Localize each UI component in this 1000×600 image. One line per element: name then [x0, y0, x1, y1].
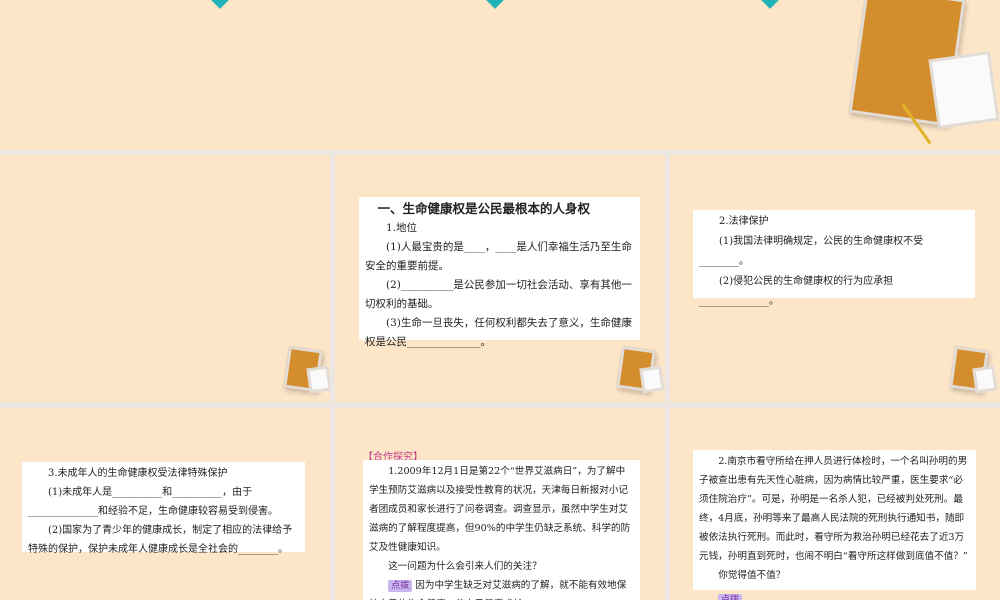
text-line: (2)侵犯公民的生命健康权的行为应承担______________。 [699, 276, 894, 307]
subheading: 3.未成年人的生命健康权受法律特殊保护 [48, 468, 228, 479]
slide-thumbnail-5[interactable]: 3.未成年人的生命健康权受法律特殊保护 (1)未成年人是__________和_… [0, 408, 330, 600]
text-box: 2.法律保护 (1)我国法律明确规定，公民的生命健康权不受________。 (… [693, 210, 975, 307]
slide-thumbnail-top[interactable] [0, 0, 1000, 150]
text-line: (3)生命一旦丧失，任何权利都失去了意义，生命健康权是公民___________… [365, 317, 632, 348]
text-line: (1)我国法律明确规定，公民的生命健康权不受________。 [699, 236, 924, 267]
text-box: 3.未成年人的生命健康权受法律特殊保护 (1)未成年人是__________和_… [22, 462, 305, 555]
notebook-icon [615, 345, 665, 400]
text-line: (2)__________是公民参加一切社会活动、享有其他一切权利的基础。 [365, 279, 632, 310]
hint-badge: 点拨 [388, 580, 413, 592]
text-box: 一、生命健康权是公民最根本的人身权 1.地位 (1)人最宝贵的是____，___… [359, 197, 640, 348]
notebook-icon [282, 345, 330, 400]
diamond-decoration [485, 0, 505, 9]
slide-thumbnail-blank[interactable] [0, 155, 330, 402]
question: 你觉得值不值？ [718, 570, 786, 581]
text-line: 1.2009年12月1日是第22个“世界艾滋病日”，为了解中学生预防艾滋病以及接… [369, 466, 631, 553]
slide-thumbnail-7[interactable]: 2.南京市看守所给在押人员进行体检时，一个名叫孙明的男子被查出患有先天性心脏病，… [670, 408, 1000, 600]
text-box: 2.南京市看守所给在押人员进行体检时，一个名叫孙明的男子被查出患有先天性心脏病，… [693, 450, 976, 590]
diamond-decoration [210, 0, 230, 9]
heading: 一、生命健康权是公民最根本的人身权 [377, 201, 591, 216]
text-line: (1)人最宝贵的是____，____是人们幸福生活乃至生命安全的重要前提。 [365, 241, 632, 272]
notebook-icon [948, 345, 1000, 400]
slide-thumbnail-3[interactable]: 一、生命健康权是公民最根本的人身权 1.地位 (1)人最宝贵的是____，___… [335, 155, 665, 402]
text-line: (2)国家为了青少年的健康成长，制定了相应的法律给予特殊的保护，保护未成年人健康… [28, 525, 293, 555]
slide-thumbnail-6[interactable]: 【合作探究】 1.2009年12月1日是第22个“世界艾滋病日”，为了解中学生预… [335, 408, 665, 600]
text-line: (1)未成年人是__________和__________，由于________… [28, 487, 278, 517]
text-line: 2.南京市看守所给在押人员进行体检时，一个名叫孙明的男子被查出患有先天性心脏病，… [699, 456, 968, 562]
subheading: 2.法律保护 [719, 216, 769, 227]
slide-thumbnail-4[interactable]: 2.法律保护 (1)我国法律明确规定，公民的生命健康权不受________。 (… [670, 155, 1000, 402]
subheading: 1.地位 [386, 222, 418, 234]
text-box: 1.2009年12月1日是第22个“世界艾滋病日”，为了解中学生预防艾滋病以及接… [363, 460, 640, 600]
diamond-decoration [760, 0, 780, 9]
hint-badge: 点拨 [718, 594, 743, 600]
notebook-icon [845, 0, 1000, 150]
question: 这一问题为什么会引来人们的关注？ [388, 561, 542, 572]
